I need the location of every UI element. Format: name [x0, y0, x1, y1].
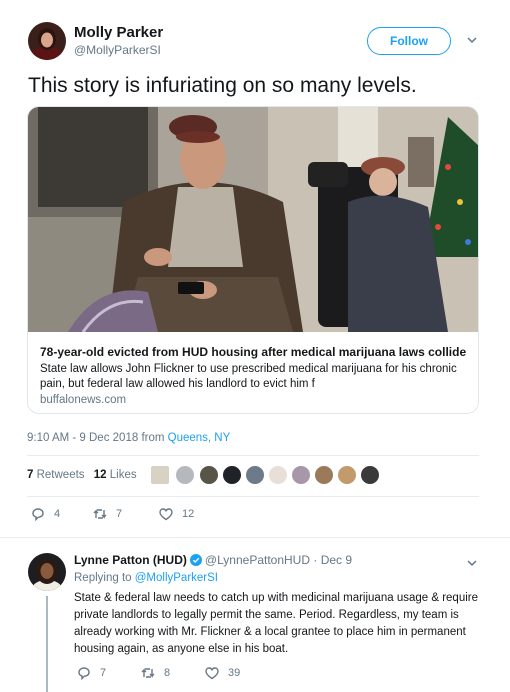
- from-label: from: [141, 432, 165, 444]
- reply-action[interactable]: 4: [30, 506, 60, 522]
- reply-count: 7: [100, 667, 107, 679]
- card-image[interactable]: [28, 107, 478, 332]
- author-name[interactable]: Molly Parker: [74, 24, 163, 41]
- liker-avatar[interactable]: [291, 465, 311, 485]
- separator-dot: ·: [313, 553, 318, 567]
- retweet-icon: [93, 509, 107, 519]
- like-action[interactable]: 12: [158, 506, 194, 522]
- follow-button[interactable]: Follow: [367, 27, 451, 55]
- reply-text: State & federal law needs to catch up wi…: [74, 592, 479, 655]
- liker-avatar[interactable]: [245, 465, 265, 485]
- caret-down-icon[interactable]: [466, 557, 478, 569]
- retweet-action[interactable]: 8: [140, 665, 170, 681]
- tweet-stats: 7 Retweets 12 Likes: [27, 469, 137, 481]
- retweet-count: 8: [164, 667, 171, 679]
- like-action[interactable]: 39: [204, 665, 240, 681]
- author-avatar[interactable]: [28, 22, 66, 60]
- reply-header: Lynne Patton (HUD) @LynnePattonHUD · Dec…: [74, 553, 352, 567]
- reply-icon: [78, 667, 90, 681]
- verified-badge-icon: [189, 554, 202, 566]
- replying-label: Replying to: [74, 572, 132, 584]
- retweet-count: 7: [116, 508, 123, 520]
- reply-date[interactable]: Dec 9: [321, 553, 352, 567]
- liker-avatar[interactable]: [337, 465, 357, 485]
- heart-icon: [159, 508, 173, 521]
- liker-avatar[interactable]: [175, 465, 195, 485]
- liker-avatar[interactable]: [222, 465, 242, 485]
- timestamp[interactable]: 9:10 AM - 9 Dec 2018: [27, 432, 138, 444]
- tweet-text: This story is infuriating on so many lev…: [28, 74, 417, 97]
- replying-to: Replying to @MollyParkerSI: [74, 572, 218, 584]
- liker-avatar[interactable]: [150, 465, 170, 485]
- thread-line: [46, 596, 48, 692]
- reply-count: 4: [54, 508, 61, 520]
- liker-avatar[interactable]: [199, 465, 219, 485]
- replying-to-handle[interactable]: @MollyParkerSI: [135, 572, 218, 584]
- reply-author-avatar[interactable]: [28, 553, 66, 591]
- retweet-icon: [141, 668, 155, 678]
- link-card[interactable]: 78-year-old evicted from HUD housing aft…: [27, 106, 479, 414]
- like-count: 39: [228, 667, 241, 679]
- like-count: 12: [182, 508, 195, 520]
- tweet-meta: 9:10 AM - 9 Dec 2018 from Queens, NY: [27, 432, 230, 444]
- liker-avatar[interactable]: [314, 465, 334, 485]
- card-domain: buffalonews.com: [40, 394, 127, 406]
- location-link[interactable]: Queens, NY: [168, 432, 231, 444]
- caret-down-icon[interactable]: [466, 34, 478, 46]
- divider: [0, 537, 510, 538]
- liker-avatar[interactable]: [268, 465, 288, 485]
- reply-action[interactable]: 7: [76, 665, 106, 681]
- card-description: State law allows John Flickner to use pr…: [40, 363, 457, 390]
- heart-icon: [205, 667, 219, 680]
- reply-author-name[interactable]: Lynne Patton (HUD): [74, 553, 187, 567]
- divider: [27, 496, 479, 497]
- author-handle[interactable]: @MollyParkerSI: [74, 43, 161, 57]
- reply-author-handle[interactable]: @LynnePattonHUD: [205, 553, 310, 567]
- retweets-stat[interactable]: 7 Retweets: [27, 469, 85, 481]
- card-title[interactable]: 78-year-old evicted from HUD housing aft…: [40, 345, 466, 359]
- divider: [27, 455, 479, 456]
- reply-icon: [32, 508, 44, 522]
- likes-stat[interactable]: 12 Likes: [94, 469, 137, 481]
- liker-avatar[interactable]: [360, 465, 380, 485]
- retweet-action[interactable]: 7: [92, 506, 122, 522]
